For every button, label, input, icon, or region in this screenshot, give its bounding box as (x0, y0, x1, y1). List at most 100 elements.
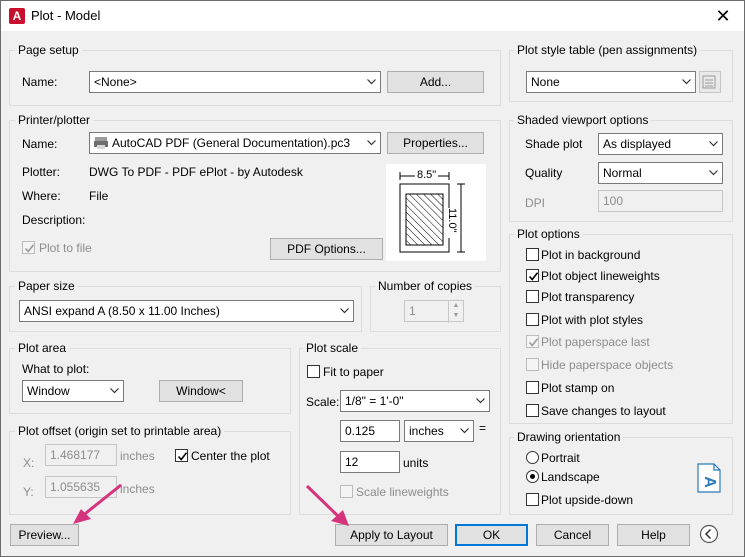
drawing-orientation-label: Drawing orientation (514, 430, 624, 444)
offset-y-label: Y: (23, 485, 34, 499)
chevron-down-icon (705, 134, 722, 154)
plot-offset-label: Plot offset (origin set to printable are… (15, 424, 225, 438)
plotter-label: Plotter: (22, 165, 61, 179)
scale-unit-select[interactable]: inches (404, 420, 474, 442)
copies-label: Number of copies (375, 279, 476, 293)
plot-in-background-checkbox[interactable] (526, 248, 539, 261)
add-button[interactable]: Add... (387, 71, 484, 93)
shade-plot-value: As displayed (603, 137, 672, 151)
plot-options-group (509, 234, 733, 424)
where-label: Where: (22, 189, 61, 203)
annotation-arrow-icon (305, 484, 349, 526)
plot-area-label: Plot area (15, 341, 70, 355)
plot-stamp-on-checkbox[interactable] (526, 381, 539, 394)
spinner-down-icon: ▼ (452, 312, 460, 319)
scale-label: Scale: (306, 395, 340, 409)
scale-value: 1/8" = 1'-0" (345, 394, 404, 408)
help-button[interactable]: Help (617, 524, 690, 546)
hide-paperspace-objects-checkbox[interactable] (526, 358, 539, 371)
scale-units-input[interactable]: 12 (340, 451, 400, 473)
chevron-down-icon (472, 391, 489, 411)
collapse-options-icon[interactable] (699, 524, 719, 544)
shaded-viewport-label: Shaded viewport options (514, 113, 652, 127)
paper-size-select[interactable]: ANSI expand A (8.50 x 11.00 Inches) (19, 300, 354, 322)
plot-object-lineweights-checkbox[interactable] (526, 269, 539, 282)
plot-paperspace-last-label: Plot paperspace last (541, 335, 650, 349)
paper-size-value: ANSI expand A (8.50 x 11.00 Inches) (24, 304, 220, 318)
scale-units-label: units (403, 456, 429, 470)
chevron-down-icon (678, 72, 695, 92)
chevron-down-icon (363, 133, 380, 153)
fit-to-paper-checkbox[interactable] (307, 365, 320, 378)
what-to-plot-label: What to plot: (22, 362, 90, 376)
cancel-button[interactable]: Cancel (536, 524, 609, 546)
plot-style-select[interactable]: None (526, 71, 696, 93)
edit-plot-style-icon[interactable] (699, 71, 721, 93)
plot-with-plot-styles-label: Plot with plot styles (541, 313, 644, 327)
plot-paperspace-last-checkbox[interactable] (526, 335, 539, 348)
offset-x-label: X: (23, 456, 35, 470)
center-plot-checkbox[interactable] (175, 449, 188, 462)
quality-select[interactable]: Normal (598, 162, 723, 184)
save-changes-to-layout-label: Save changes to layout (541, 404, 666, 418)
properties-button[interactable]: Properties... (387, 132, 484, 154)
dpi-input[interactable]: 100 (598, 190, 723, 212)
paper-height-label: 11.0" (446, 208, 458, 238)
chevron-down-icon (456, 421, 473, 441)
center-plot-label: Center the plot (191, 449, 270, 463)
copies-spinner[interactable]: ▲ ▼ (448, 301, 463, 323)
window-title: Plot - Model (31, 8, 101, 23)
spinner-up-icon: ▲ (452, 302, 460, 309)
equals-sign: = (479, 421, 487, 435)
plot-object-lineweights-label: Plot object lineweights (541, 269, 660, 283)
printer-icon (93, 136, 109, 153)
pdf-options-button[interactable]: PDF Options... (270, 238, 383, 260)
plot-with-plot-styles-checkbox[interactable] (526, 313, 539, 326)
copies-value: 1 (409, 304, 416, 318)
plot-transparency-checkbox[interactable] (526, 290, 539, 303)
chevron-down-icon (705, 163, 722, 183)
copies-input[interactable]: 1 ▲ ▼ (404, 300, 464, 323)
quality-value: Normal (603, 166, 642, 180)
offset-x-input[interactable]: 1.468177 (45, 444, 117, 466)
page-setup-label: Page setup (15, 43, 82, 57)
landscape-label: Landscape (541, 470, 600, 484)
portrait-label: Portrait (541, 451, 580, 465)
chevron-down-icon (336, 301, 353, 321)
paper-width-label: 8.5" (415, 169, 439, 181)
paper-size-label: Paper size (15, 279, 78, 293)
plot-upside-down-label: Plot upside-down (541, 493, 634, 507)
scale-select[interactable]: 1/8" = 1'-0" (340, 390, 490, 412)
printer-name-select[interactable]: AutoCAD PDF (General Documentation).pc3 (89, 132, 381, 154)
close-icon[interactable]: ✕ (710, 4, 736, 28)
portrait-radio[interactable] (526, 451, 539, 464)
window-button[interactable]: Window< (159, 380, 243, 402)
offset-x-unit: inches (120, 449, 155, 463)
chevron-down-icon (106, 381, 123, 401)
scale-inches-input[interactable]: 0.125 (340, 420, 400, 442)
plot-to-file-label: Plot to file (39, 241, 92, 255)
plot-style-value: None (531, 75, 560, 89)
landscape-radio[interactable] (526, 470, 539, 483)
plotter-value: DWG To PDF - PDF ePlot - by Autodesk (89, 165, 303, 179)
plot-style-label: Plot style table (pen assignments) (514, 43, 701, 57)
where-value: File (89, 189, 109, 203)
plot-options-label: Plot options (514, 227, 583, 241)
title-bar: A Plot - Model ✕ (1, 1, 744, 31)
scale-lineweights-label: Scale lineweights (356, 485, 449, 499)
fit-to-paper-label: Fit to paper (323, 365, 384, 379)
page-setup-name-value: <None> (94, 75, 137, 89)
annotation-arrow-icon (73, 483, 122, 524)
what-to-plot-select[interactable]: Window (22, 380, 124, 402)
plot-scale-label: Plot scale (303, 341, 362, 355)
plot-upside-down-checkbox[interactable] (526, 493, 539, 506)
plot-stamp-on-label: Plot stamp on (541, 381, 615, 395)
ok-button[interactable]: OK (455, 524, 528, 546)
page-setup-name-select[interactable]: <None> (89, 71, 381, 93)
save-changes-to-layout-checkbox[interactable] (526, 404, 539, 417)
autocad-app-icon: A (9, 8, 25, 24)
scale-unit-value: inches (409, 424, 444, 438)
shade-plot-select[interactable]: As displayed (598, 133, 723, 155)
plot-to-file-checkbox[interactable] (22, 241, 35, 254)
orientation-preview-icon: A (697, 463, 721, 493)
